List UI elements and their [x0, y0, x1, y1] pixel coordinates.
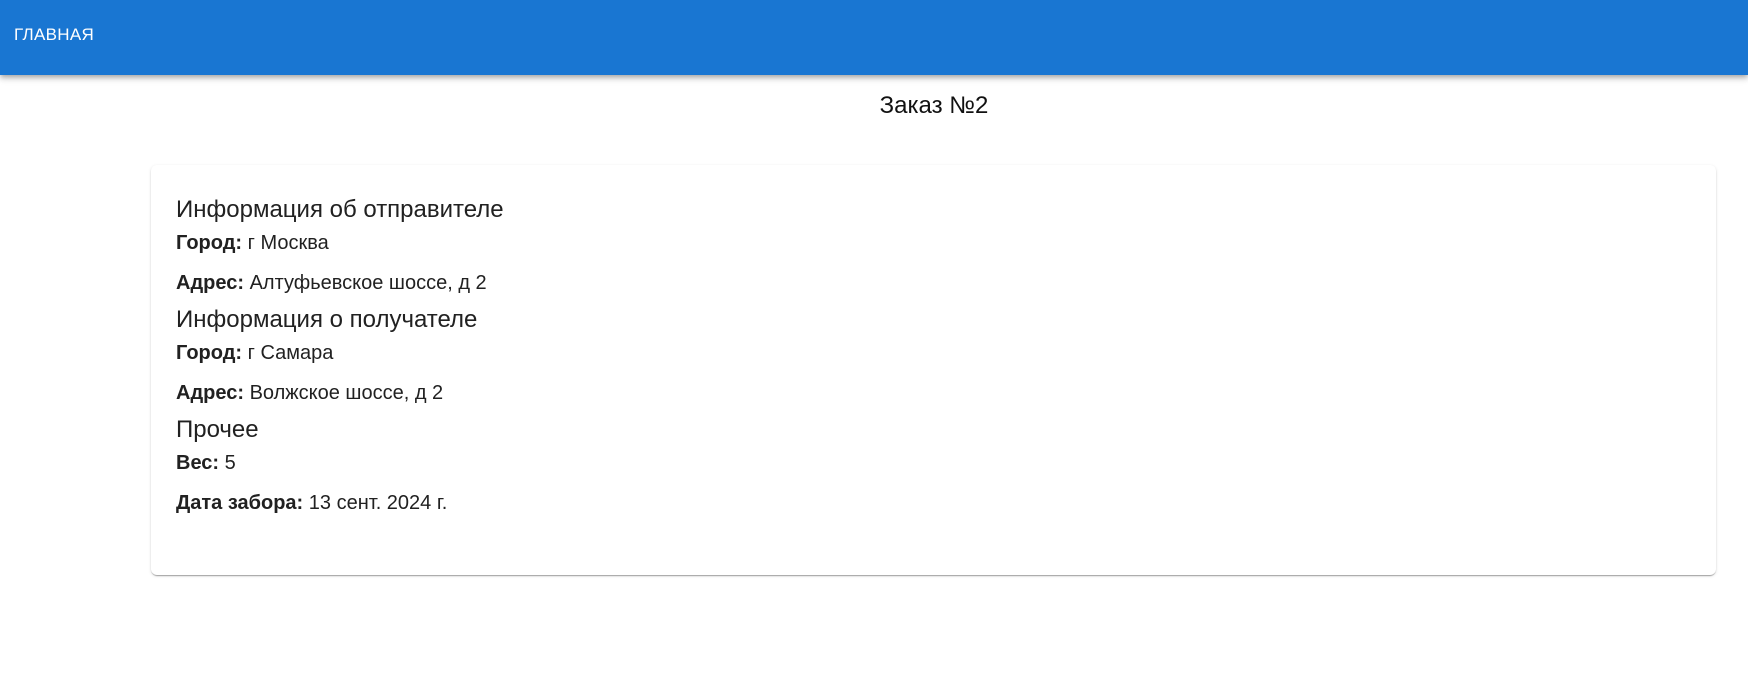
recipient-title: Информация о получателе: [176, 306, 478, 333]
pickup-date-label: Дата забора:: [176, 492, 304, 514]
page-title: Заказ №2: [879, 92, 989, 119]
sender-address-value: Алтуфьевское шоссе, д 2: [249, 272, 487, 294]
sender-section: Информация об отправителе Город: г Москв…: [176, 195, 1691, 295]
sender-city-label: Город:: [176, 232, 243, 254]
recipient-city: Город: г Самара: [176, 341, 1691, 365]
sender-address-label: Адрес:: [176, 272, 244, 294]
recipient-address-label: Адрес:: [176, 382, 244, 404]
recipient-address: Адрес: Волжское шоссе, д 2: [176, 381, 1691, 405]
sender-title: Информация об отправителе: [176, 196, 504, 223]
other-section: Прочее Вес: 5 Дата забора: 13 сент. 2024…: [176, 415, 1691, 515]
recipient-city-value: г Самара: [247, 342, 334, 364]
recipient-address-value: Волжское шоссе, д 2: [249, 382, 444, 404]
weight-field: Вес: 5: [176, 451, 1691, 475]
other-title: Прочее: [176, 416, 259, 443]
pickup-date-field: Дата забора: 13 сент. 2024 г.: [176, 491, 1691, 515]
sender-city: Город: г Москва: [176, 231, 1691, 255]
sender-city-value: г Москва: [247, 232, 329, 254]
pickup-date-value: 13 сент. 2024 г.: [308, 492, 448, 514]
sender-address: Адрес: Алтуфьевское шоссе, д 2: [176, 271, 1691, 295]
home-link[interactable]: Главная: [6, 18, 102, 52]
order-card: Информация об отправителе Город: г Москв…: [151, 165, 1716, 575]
recipient-city-label: Город:: [176, 342, 243, 364]
weight-value: 5: [224, 452, 236, 474]
app-bar: Главная: [0, 0, 1748, 75]
weight-label: Вес:: [176, 452, 220, 474]
recipient-section: Информация о получателе Город: г Самара …: [176, 305, 1691, 405]
